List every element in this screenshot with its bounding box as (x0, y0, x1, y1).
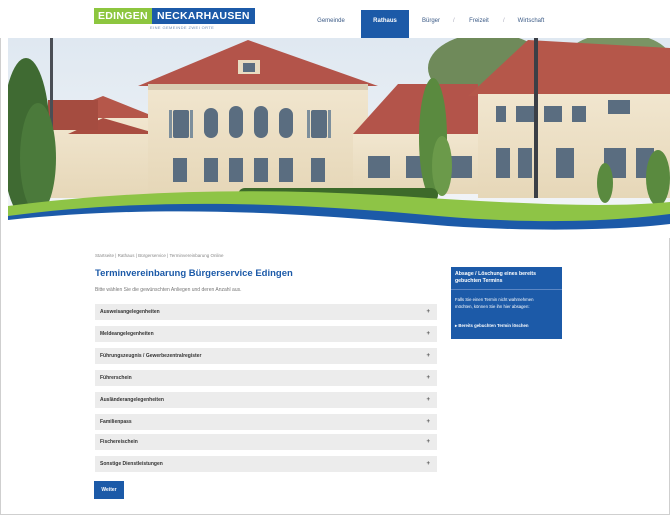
category-label: Familienpass (100, 419, 132, 425)
category-row[interactable]: Familienpass + (95, 414, 437, 430)
site-logo[interactable]: EDINGEN NECKARHAUSEN (94, 8, 255, 24)
category-row[interactable]: Fischereischein + (95, 434, 437, 450)
plus-icon[interactable]: + (426, 392, 430, 408)
category-row[interactable]: Führerschein + (95, 370, 437, 386)
delete-appointment-link[interactable]: ▸ Bereits gebuchten Termin löschen (455, 323, 529, 329)
category-label: Fischereischein (100, 439, 138, 445)
page-intro: Bitte wählen Sie die gewünschten Anliege… (95, 287, 242, 293)
delete-appointment-link-label: Bereits gebuchten Termin löschen (458, 323, 529, 328)
plus-icon[interactable]: + (426, 370, 430, 386)
plus-icon[interactable]: + (426, 348, 430, 364)
nav-item-freizeit[interactable]: Freizeit (462, 10, 496, 38)
logo-part-b: NECKARHAUSEN (151, 8, 255, 24)
plus-icon[interactable]: + (426, 456, 430, 472)
category-row[interactable]: Meldeangelegenheiten + (95, 326, 437, 342)
site-header: EDINGEN NECKARHAUSEN EINE GEMEINDE ZWEI … (0, 0, 670, 38)
page-title: Terminvereinbarung Bürgerservice Edingen (95, 268, 293, 279)
cancel-appointment-box: Absage / Löschung eines bereits gebuchte… (451, 267, 562, 339)
cancel-box-title: Absage / Löschung eines bereits gebuchte… (455, 271, 537, 284)
plus-icon[interactable]: + (426, 414, 430, 430)
nav-item-wirtschaft[interactable]: Wirtschaft (510, 10, 552, 38)
category-label: Ausländerangelegenheiten (100, 397, 164, 403)
plus-icon[interactable]: + (426, 326, 430, 342)
divider (451, 289, 562, 290)
category-row[interactable]: Ausländerangelegenheiten + (95, 392, 437, 408)
nav-separator: / (503, 18, 505, 24)
category-label: Sonstige Dienstleistungen (100, 461, 163, 467)
plus-icon[interactable]: + (426, 434, 430, 450)
cancel-box-text: Falls Sie einen Termin nicht wahrnehmen … (455, 297, 534, 309)
next-button[interactable]: Weiter (94, 481, 124, 499)
nav-separator: / (453, 18, 455, 24)
category-label: Führerschein (100, 375, 132, 381)
breadcrumb[interactable]: Startseite | Rathaus | Bürgerservice | T… (95, 253, 224, 258)
nav-item-gemeinde[interactable]: Gemeinde (308, 10, 354, 38)
nav-item-rathaus[interactable]: Rathaus (361, 10, 409, 38)
plus-icon[interactable]: + (426, 304, 430, 320)
category-label: Ausweisangelegenheiten (100, 309, 160, 315)
nav-item-buerger[interactable]: Bürger (416, 10, 446, 38)
hero-image (8, 38, 670, 238)
category-row[interactable]: Sonstige Dienstleistungen + (95, 456, 437, 472)
logo-tagline: EINE GEMEINDE ZWEI ORTE (150, 25, 215, 30)
category-row[interactable]: Führungszeugnis / Gewerbezentralregister… (95, 348, 437, 364)
arrow-right-icon: ▸ (455, 323, 458, 328)
category-label: Führungszeugnis / Gewerbezentralregister (100, 353, 202, 359)
category-row[interactable]: Ausweisangelegenheiten + (95, 304, 437, 320)
logo-part-a: EDINGEN (94, 8, 152, 24)
category-label: Meldeangelegenheiten (100, 331, 154, 337)
